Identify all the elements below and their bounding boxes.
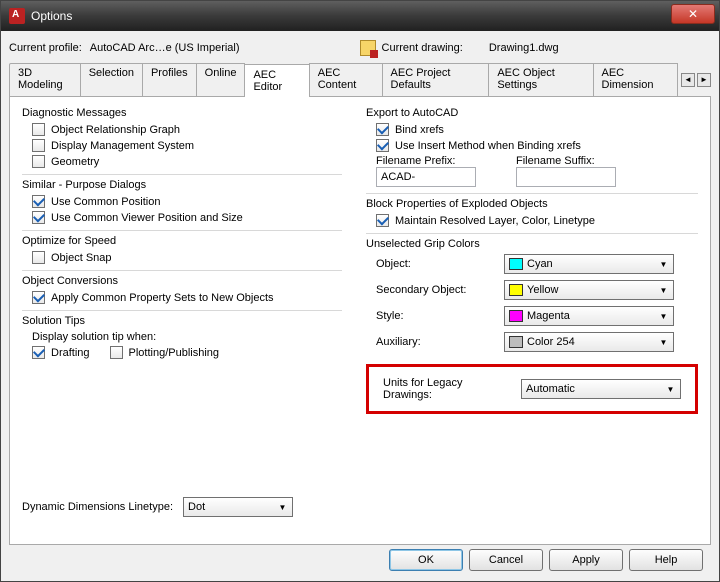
grip-sty-label: Style: xyxy=(376,310,496,322)
chk-dms[interactable] xyxy=(32,139,45,152)
grip-obj-value: Cyan xyxy=(527,258,553,270)
tab-aec-editor[interactable]: AEC Editor xyxy=(244,64,309,97)
chk-org[interactable] xyxy=(32,123,45,136)
tab-scroll-right[interactable]: ► xyxy=(697,73,711,87)
right-column: Export to AutoCAD Bind xrefs Use Insert … xyxy=(366,105,698,414)
chevron-down-icon: ▼ xyxy=(657,284,670,297)
suffix-input[interactable] xyxy=(516,167,616,187)
solution-title: Solution Tips xyxy=(22,315,342,327)
prefix-input[interactable] xyxy=(376,167,476,187)
tab-aec-content[interactable]: AEC Content xyxy=(309,63,383,96)
lbl-drafting: Drafting xyxy=(51,347,90,359)
button-bar: OK Cancel Apply Help xyxy=(389,549,703,571)
lbl-insert-method: Use Insert Method when Binding xrefs xyxy=(395,140,581,152)
tab-scroll-left[interactable]: ◄ xyxy=(681,73,695,87)
tab-profiles[interactable]: Profiles xyxy=(142,63,197,96)
lbl-apply-props: Apply Common Property Sets to New Object… xyxy=(51,292,274,304)
chevron-down-icon: ▼ xyxy=(657,310,670,323)
chk-insert-method[interactable] xyxy=(376,139,389,152)
chk-ucv[interactable] xyxy=(32,211,45,224)
lbl-geo: Geometry xyxy=(51,156,99,168)
grip-aux-dropdown[interactable]: Color 254 ▼ xyxy=(504,332,674,352)
current-profile-value: AutoCAD Arc…e (US Imperial) xyxy=(90,42,240,54)
close-button[interactable]: ✕ xyxy=(671,4,715,24)
legacy-value: Automatic xyxy=(526,383,575,395)
legacy-units-dropdown[interactable]: Automatic ▼ xyxy=(521,379,681,399)
tab-selection[interactable]: Selection xyxy=(80,63,143,96)
left-column: Diagnostic Messages Object Relationship … xyxy=(22,105,342,414)
legacy-label: Units for Legacy Drawings: xyxy=(383,377,513,401)
app-icon xyxy=(9,8,25,24)
lbl-bind-xrefs: Bind xrefs xyxy=(395,124,444,136)
chk-bind-xrefs[interactable] xyxy=(376,123,389,136)
current-drawing-label: Current drawing: xyxy=(382,42,463,54)
tab-aec-object-settings[interactable]: AEC Object Settings xyxy=(488,63,593,96)
grip-aux-value: Color 254 xyxy=(527,336,575,348)
grip-title: Unselected Grip Colors xyxy=(366,238,698,250)
chk-maintain[interactable] xyxy=(376,214,389,227)
lbl-maintain: Maintain Resolved Layer, Color, Linetype xyxy=(395,215,595,227)
titlebar[interactable]: Options ✕ xyxy=(1,1,719,31)
drawing-icon xyxy=(360,40,376,56)
chevron-down-icon: ▼ xyxy=(657,258,670,271)
tab-aec-dimension[interactable]: AEC Dimension xyxy=(593,63,678,96)
grip-obj-dropdown[interactable]: Cyan ▼ xyxy=(504,254,674,274)
current-profile-label: Current profile: xyxy=(9,42,82,54)
tab-strip: 3D Modeling Selection Profiles Online AE… xyxy=(9,63,711,97)
grip-sec-label: Secondary Object: xyxy=(376,284,496,296)
diagnostic-title: Diagnostic Messages xyxy=(22,107,342,119)
options-dialog: Options ✕ Current profile: AutoCAD Arc…e… xyxy=(0,0,720,582)
apply-button[interactable]: Apply xyxy=(549,549,623,571)
chk-ucp[interactable] xyxy=(32,195,45,208)
solution-when: Display solution tip when: xyxy=(32,331,342,343)
chip-magenta xyxy=(509,310,523,322)
lbl-org: Object Relationship Graph xyxy=(51,124,180,136)
lbl-dms: Display Management System xyxy=(51,140,194,152)
prefix-label: Filename Prefix: xyxy=(376,155,476,167)
conv-title: Object Conversions xyxy=(22,275,342,287)
tab-online[interactable]: Online xyxy=(196,63,246,96)
current-drawing-value: Drawing1.dwg xyxy=(489,42,559,54)
chip-yellow xyxy=(509,284,523,296)
lbl-plotting: Plotting/Publishing xyxy=(129,347,220,359)
chk-drafting[interactable] xyxy=(32,346,45,359)
chk-apply-props[interactable] xyxy=(32,291,45,304)
grip-sty-value: Magenta xyxy=(527,310,570,322)
tab-3d-modeling[interactable]: 3D Modeling xyxy=(9,63,81,96)
close-icon: ✕ xyxy=(688,7,698,21)
chk-plotting[interactable] xyxy=(110,346,123,359)
optimize-title: Optimize for Speed xyxy=(22,235,342,247)
block-title: Block Properties of Exploded Objects xyxy=(366,198,698,210)
grip-sec-dropdown[interactable]: Yellow ▼ xyxy=(504,280,674,300)
ok-button[interactable]: OK xyxy=(389,549,463,571)
export-title: Export to AutoCAD xyxy=(366,107,698,119)
grip-sty-dropdown[interactable]: Magenta ▼ xyxy=(504,306,674,326)
help-button[interactable]: Help xyxy=(629,549,703,571)
dyn-dim-label: Dynamic Dimensions Linetype: xyxy=(22,501,173,513)
legacy-units-box: Units for Legacy Drawings: Automatic ▼ xyxy=(366,364,698,414)
chip-cyan xyxy=(509,258,523,270)
dyn-dim-dropdown[interactable]: Dot ▼ xyxy=(183,497,293,517)
lbl-osnap: Object Snap xyxy=(51,252,112,264)
tab-body-aec-editor: Diagnostic Messages Object Relationship … xyxy=(9,97,711,545)
similar-title: Similar - Purpose Dialogs xyxy=(22,179,342,191)
lbl-ucv: Use Common Viewer Position and Size xyxy=(51,212,243,224)
chevron-down-icon: ▼ xyxy=(657,336,670,349)
tab-aec-project-defaults[interactable]: AEC Project Defaults xyxy=(382,63,490,96)
grip-obj-label: Object: xyxy=(376,258,496,270)
chk-osnap[interactable] xyxy=(32,251,45,264)
client-area: Current profile: AutoCAD Arc…e (US Imper… xyxy=(1,31,719,581)
cancel-button[interactable]: Cancel xyxy=(469,549,543,571)
chip-254 xyxy=(509,336,523,348)
dyn-dim-value: Dot xyxy=(188,501,205,513)
lbl-ucp: Use Common Position xyxy=(51,196,160,208)
grip-sec-value: Yellow xyxy=(527,284,558,296)
window-title: Options xyxy=(31,9,72,23)
grip-aux-label: Auxiliary: xyxy=(376,336,496,348)
suffix-label: Filename Suffix: xyxy=(516,155,616,167)
profile-bar: Current profile: AutoCAD Arc…e (US Imper… xyxy=(9,37,711,59)
chevron-down-icon: ▼ xyxy=(664,383,677,396)
chk-geo[interactable] xyxy=(32,155,45,168)
chevron-down-icon: ▼ xyxy=(276,501,289,514)
